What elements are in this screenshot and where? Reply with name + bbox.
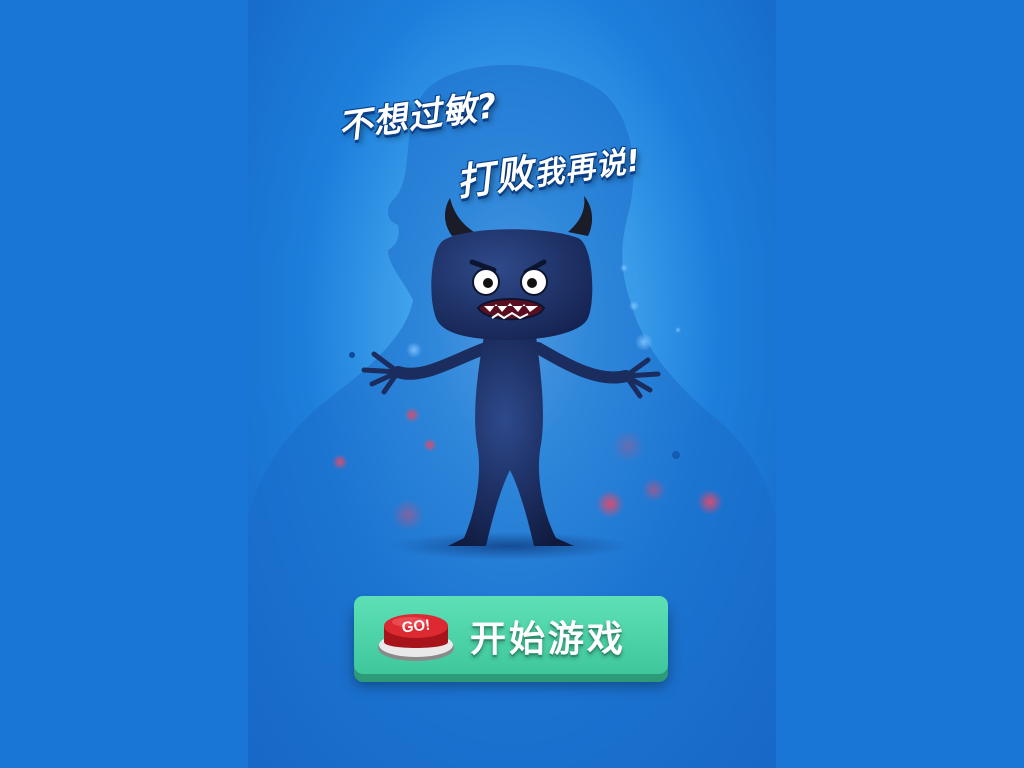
headline-line-2-big: 打败 xyxy=(453,150,537,205)
game-stage: 不想过敏? 打败我再说! GO! 开始游戏 xyxy=(0,0,1024,768)
start-game-label: 开始游戏 xyxy=(470,619,627,660)
go-label: GO! xyxy=(401,617,431,637)
game-panel: 不想过敏? 打败我再说! GO! 开始游戏 xyxy=(248,0,776,768)
monster-shadow xyxy=(390,532,630,560)
start-game-button[interactable]: GO! 开始游戏 xyxy=(354,596,668,674)
red-go-button-icon: GO! xyxy=(378,614,454,661)
